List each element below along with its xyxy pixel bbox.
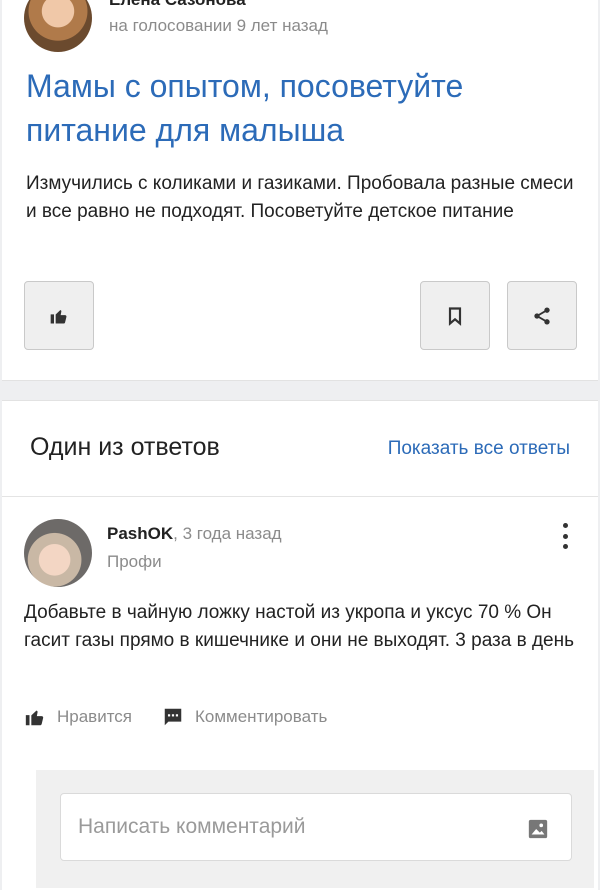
bookmark-icon [448, 306, 462, 326]
comment-placeholder: Написать комментарий [78, 815, 306, 838]
answer-time: 3 года назад [182, 524, 282, 543]
comment-input[interactable]: Написать комментарий [60, 793, 572, 861]
thumbs-up-icon [50, 309, 67, 323]
answers-section-title: Один из ответов [30, 433, 220, 461]
question-body: Измучились с коликами и газиками. Пробов… [26, 173, 574, 222]
share-icon [534, 307, 550, 324]
question-like-button[interactable] [24, 281, 94, 350]
answer-author-avatar[interactable] [24, 519, 92, 587]
answer-body: Добавьте в чайную ложку настой из укропа… [24, 602, 575, 651]
comment-label: Комментировать [195, 707, 328, 726]
more-vertical-icon[interactable] [559, 523, 571, 549]
answer-like-button[interactable]: Нравится [24, 706, 132, 728]
divider [2, 496, 598, 497]
show-all-answers-link[interactable]: Показать все ответы [388, 438, 570, 460]
comment-icon [164, 708, 182, 726]
question-author-name[interactable]: Елена Сазонова [109, 0, 246, 10]
comment-composer: Написать комментарий [36, 770, 594, 888]
answer-card: Один из ответов Показать все ответы Pash… [2, 400, 598, 890]
image-icon[interactable] [527, 818, 549, 840]
answer-author-line: PashOK, 3 года назад [107, 524, 282, 544]
answer-author-name[interactable]: PashOK [107, 524, 173, 543]
like-label: Нравится [57, 707, 133, 726]
question-title[interactable]: Мамы с опытом, посоветуйте питание для м… [26, 64, 566, 152]
comment-button[interactable]: Комментировать [162, 706, 327, 728]
question-card: Елена Сазонова на голосовании 9 лет наза… [2, 0, 598, 381]
answer-separator: , [173, 524, 183, 543]
question-author-avatar[interactable] [24, 0, 92, 52]
thumbs-up-icon [25, 710, 44, 726]
answer-author-role: Профи [107, 552, 162, 571]
share-button[interactable] [507, 281, 577, 350]
bookmark-button[interactable] [420, 281, 490, 350]
question-meta: на голосовании 9 лет назад [109, 16, 328, 35]
